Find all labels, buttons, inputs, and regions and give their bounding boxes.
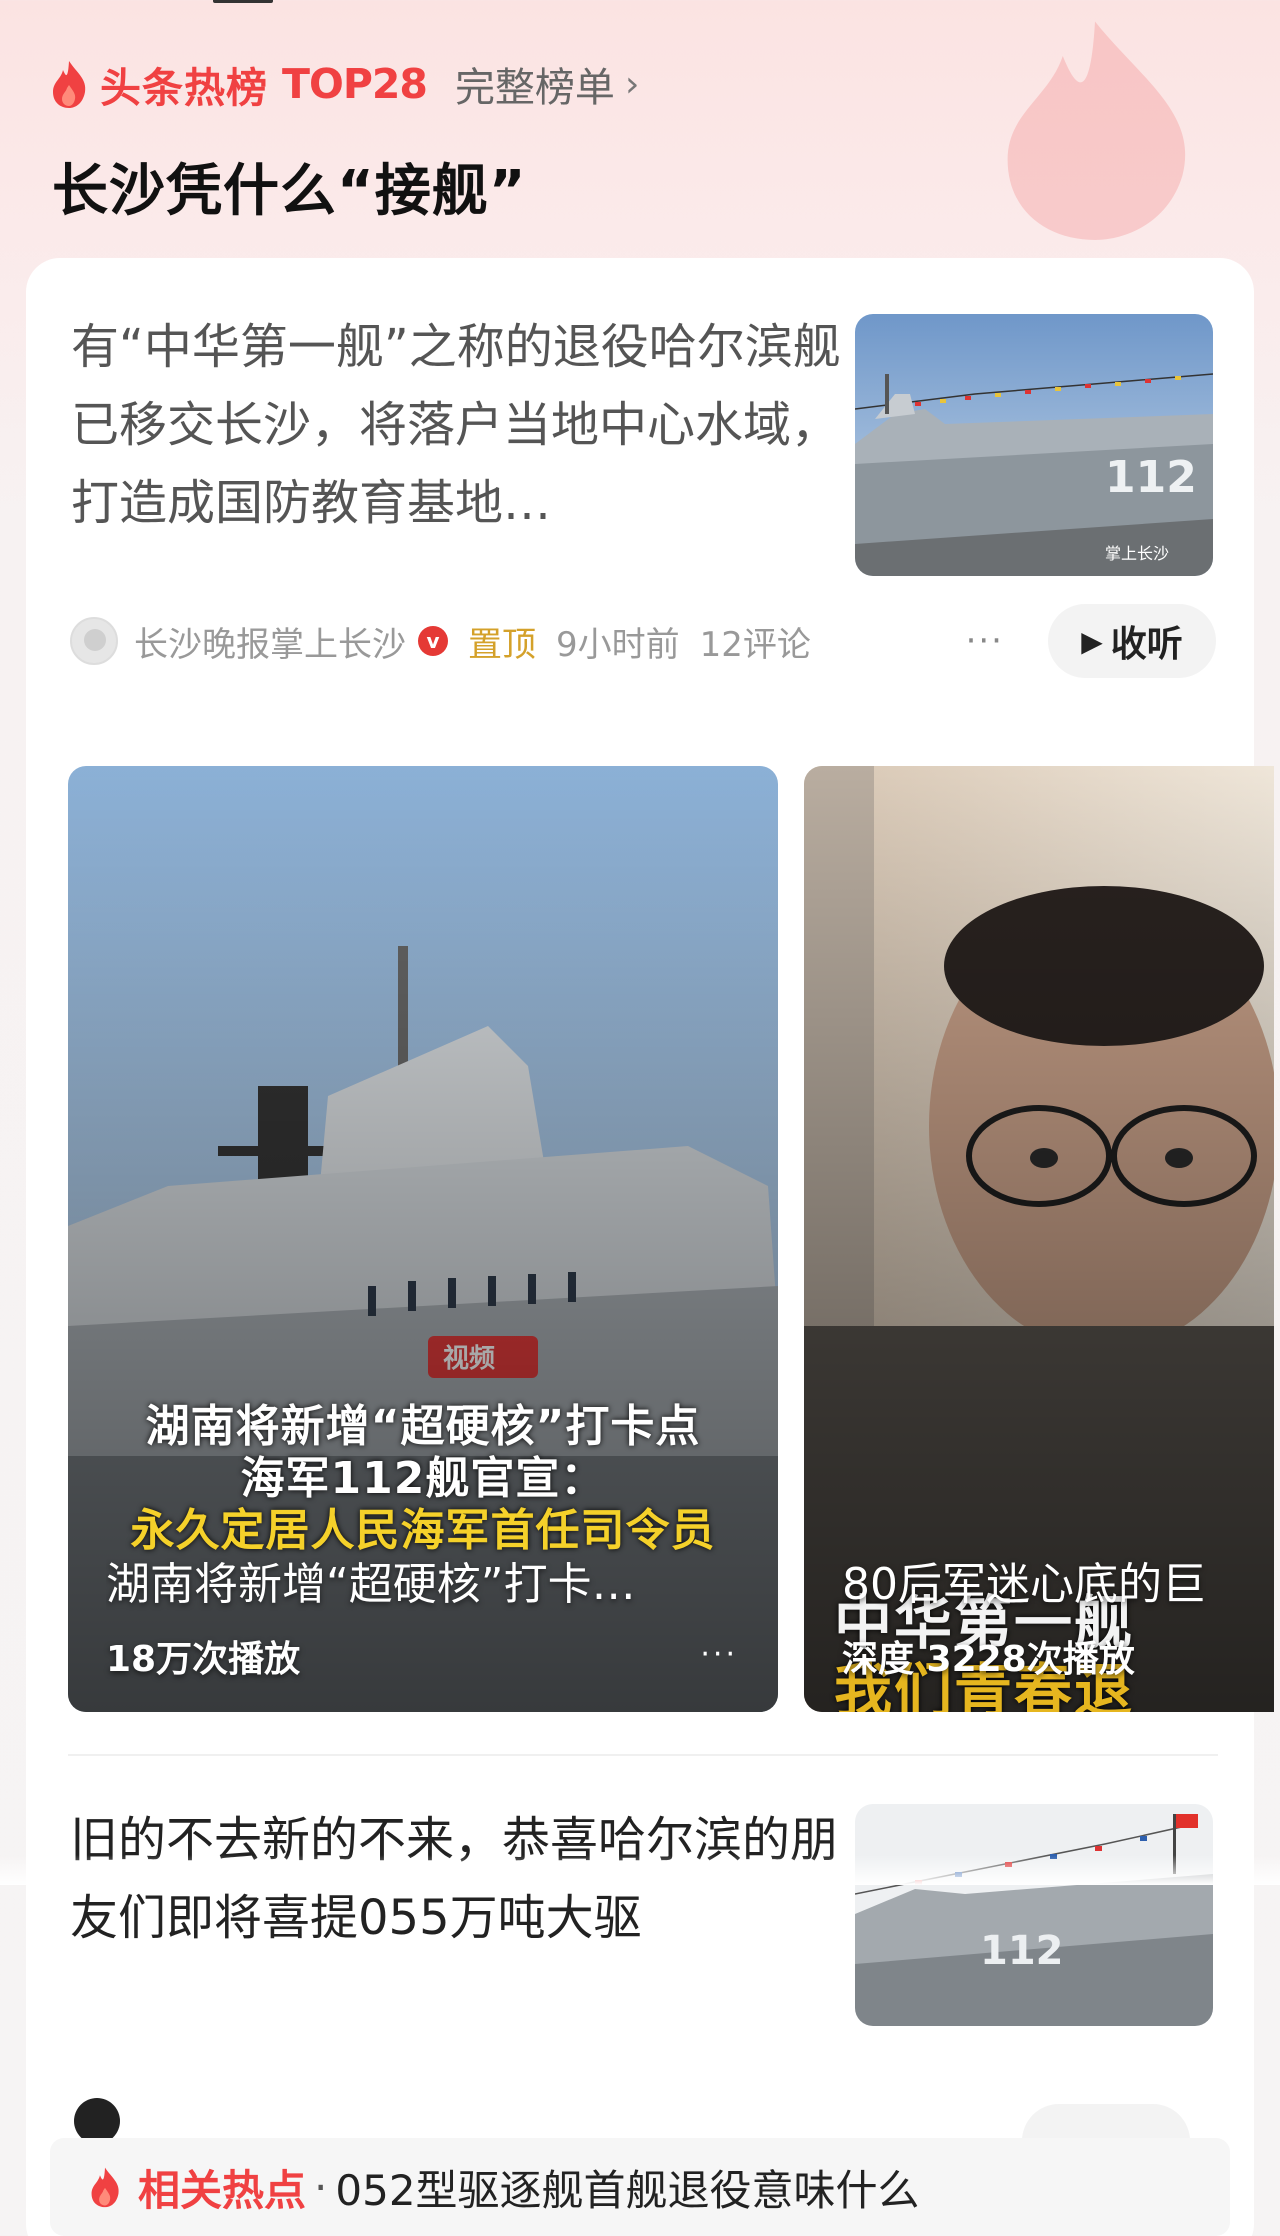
chevron-right-icon: › bbox=[624, 63, 640, 105]
scroll-fade bbox=[0, 1855, 1280, 1885]
avatar[interactable] bbox=[70, 617, 118, 665]
background-flame-icon bbox=[1007, 21, 1186, 240]
video-title[interactable]: 80后军迷心底的巨 bbox=[842, 1548, 1274, 1612]
full-list-link[interactable]: 完整榜单 › bbox=[455, 55, 639, 113]
article-text[interactable]: 有“中华第一舰”之称的退役哈尔滨舰已移交长沙，将落户当地中心水域，打造成国防教育… bbox=[71, 308, 851, 542]
view-count: 深度 3228次播放 bbox=[842, 1639, 1135, 1680]
article-thumbnail[interactable]: 112 掌上长沙 bbox=[855, 314, 1213, 576]
source-name[interactable]: 长沙晚报掌上长沙 bbox=[134, 617, 406, 666]
watermark: 掌上长沙 bbox=[1105, 544, 1169, 563]
full-list-label: 完整榜单 bbox=[454, 65, 615, 111]
hot-rank: TOP28 bbox=[282, 60, 428, 108]
flame-icon bbox=[91, 2167, 119, 2208]
avatar[interactable] bbox=[74, 2098, 120, 2138]
listen-label: 收听 bbox=[1110, 624, 1183, 665]
article-meta bbox=[70, 2098, 1250, 2138]
comment-count[interactable]: 12评论 bbox=[700, 617, 811, 666]
pinned-label: 置顶 bbox=[468, 624, 536, 665]
more-icon[interactable]: ··· bbox=[966, 621, 1004, 661]
video-title[interactable]: 湖南将新增“超硬核”打卡… bbox=[106, 1548, 740, 1612]
publish-time: 9小时前 bbox=[556, 624, 680, 665]
related-topic-text[interactable]: 052型驱逐舰首舰退役意味什么 bbox=[335, 2157, 919, 2218]
article-thumbnail[interactable]: 112 bbox=[855, 1804, 1213, 2026]
video-card[interactable]: 中华第一舰 我们青春退 80后军迷心底的巨 深度 3228次播放 bbox=[804, 766, 1274, 1712]
video-card[interactable]: 视频 湖南将新增“超硬核”打卡点 海军112舰官宣： 永久定居人民海军首任司令员… bbox=[68, 766, 778, 1712]
divider bbox=[68, 1754, 1218, 1756]
hot-list-header[interactable]: 头条热榜 TOP28 完整榜单 › bbox=[48, 54, 639, 114]
play-icon: ▶ bbox=[1081, 624, 1103, 658]
ship-image: 112 掌上长沙 bbox=[855, 314, 1213, 576]
listen-button[interactable]: ▶ 收听 bbox=[1048, 604, 1216, 678]
hot-list-label: 头条热榜 bbox=[100, 64, 268, 112]
news-card: 有“中华第一舰”之称的退役哈尔滨舰已移交长沙，将落户当地中心水域，打造成国防教育… bbox=[26, 258, 1274, 2236]
more-icon[interactable]: ··· bbox=[700, 1637, 738, 1672]
article-item[interactable]: 有“中华第一舰”之称的退役哈尔滨舰已移交长沙，将落户当地中心水域，打造成国防教育… bbox=[71, 308, 851, 542]
topic-title[interactable]: 长沙凭什么“接舰” bbox=[52, 146, 527, 227]
verified-icon: v bbox=[418, 626, 448, 656]
article-meta: 长沙晚报掌上长沙 v 置顶 9小时前 12评论 ··· ▶ 收听 bbox=[70, 602, 1240, 680]
listen-button[interactable] bbox=[1022, 2104, 1190, 2138]
separator: · bbox=[314, 2162, 328, 2212]
ship-image: 112 bbox=[855, 1804, 1213, 2026]
view-count: 18万次播放 bbox=[106, 1639, 301, 1680]
ship-number: 112 bbox=[980, 1928, 1064, 1974]
ship-number: 112 bbox=[1105, 452, 1197, 503]
status-indicator bbox=[213, 0, 273, 3]
related-hot-topic[interactable]: 相关热点 · 052型驱逐舰首舰退役意味什么 bbox=[50, 2138, 1230, 2236]
flame-icon bbox=[53, 61, 86, 108]
related-label: 相关热点 bbox=[138, 2165, 307, 2215]
